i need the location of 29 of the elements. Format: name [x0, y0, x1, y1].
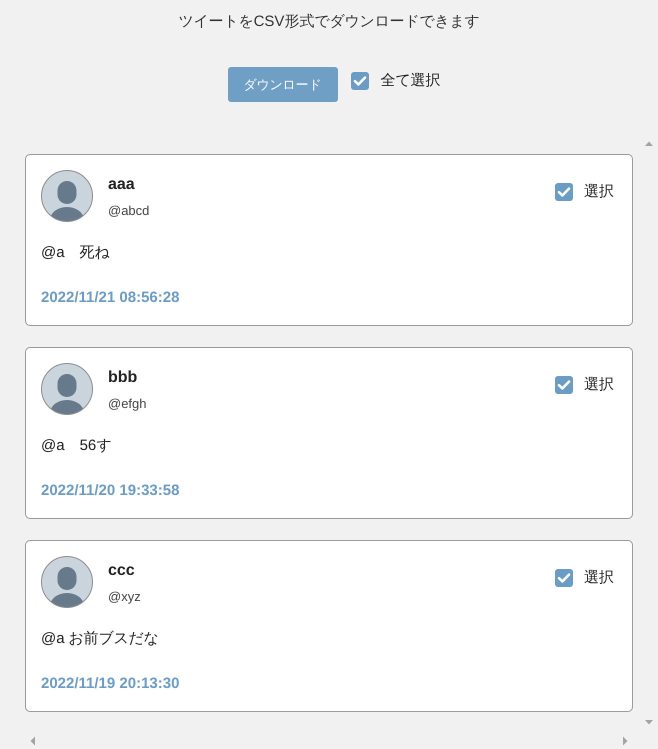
tweet-date: 2022/11/21 08:56:28 [41, 288, 180, 308]
scroll-up-icon[interactable] [644, 140, 654, 147]
user-name: aaa [108, 175, 136, 195]
scroll-down-icon[interactable] [644, 719, 654, 726]
page-title: ツイートをCSV形式でダウンロードできます [178, 12, 480, 32]
user-handle: @efgh [108, 395, 146, 413]
avatar-icon [41, 363, 93, 415]
tweet-date: 2022/11/19 20:13:30 [41, 674, 180, 694]
tweet-text: @a お前ブスだな [41, 629, 160, 649]
tweet-text: @a 死ね [41, 243, 111, 263]
tweet-date: 2022/11/20 19:33:58 [41, 481, 180, 501]
avatar-icon [41, 170, 93, 222]
user-name: bbb [108, 368, 138, 388]
checkbox[interactable] [555, 183, 573, 201]
checkbox[interactable] [350, 72, 368, 90]
user-handle: @xyz [108, 588, 141, 606]
tweet-text: @a 56す [41, 436, 112, 456]
select-label: 選択 [584, 375, 614, 395]
download-button[interactable]: ダウンロード [228, 67, 338, 102]
checkbox[interactable] [555, 569, 573, 587]
select-all-label: 全て選択 [380, 71, 440, 91]
avatar-icon [41, 556, 93, 608]
scroll-right-icon[interactable] [622, 736, 629, 746]
select-label: 選択 [584, 568, 614, 588]
user-handle: @abcd [108, 202, 150, 220]
user-name: ccc [108, 561, 136, 581]
checkbox[interactable] [555, 376, 573, 394]
select-label: 選択 [584, 182, 614, 202]
scroll-left-icon[interactable] [29, 736, 36, 746]
